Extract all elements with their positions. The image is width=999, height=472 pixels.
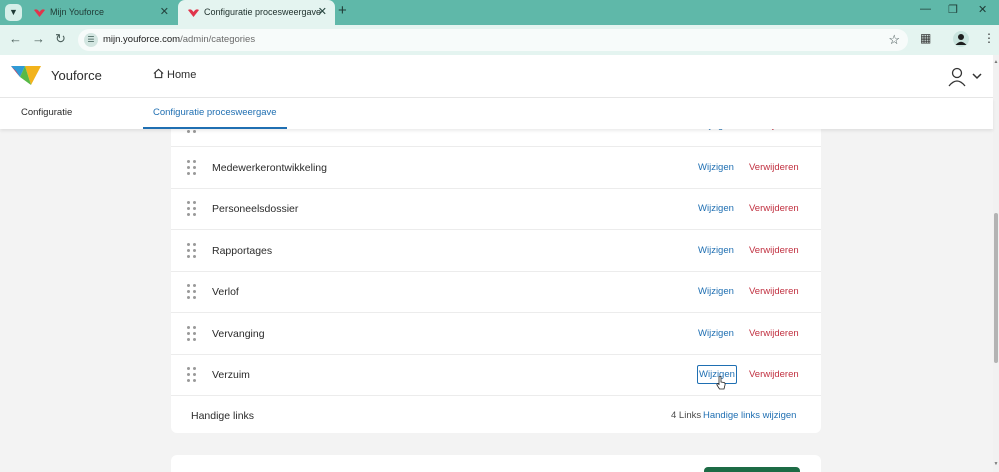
handige-links-row: Handige links 4 Links Handige links wijz… xyxy=(171,400,821,433)
links-count: 4 Links xyxy=(671,410,702,421)
category-row: Rapportages Wijzigen Verwijderen xyxy=(171,231,821,272)
category-row: Personeelsdossier Wijzigen Verwijderen xyxy=(171,189,821,230)
browser-toolbar: ← → ↻ ☰ mijn.youforce.com/admin/categori… xyxy=(0,25,999,55)
site-info-icon[interactable]: ☰ xyxy=(84,33,98,47)
page-scrollbar[interactable]: ▲ ▼ xyxy=(993,55,999,472)
edit-handige-links-link[interactable]: Handige links wijzigen xyxy=(703,410,796,421)
app-header: Youforce Home xyxy=(0,55,993,98)
close-icon[interactable]: ✕ xyxy=(160,0,169,25)
category-label: Vervanging xyxy=(212,328,265,340)
category-row: Vervanging Wijzigen Verwijderen xyxy=(171,314,821,355)
home-link[interactable]: Home xyxy=(153,68,196,81)
tab-title: Mijn Youforce xyxy=(50,7,105,17)
scroll-down-icon[interactable]: ▼ xyxy=(993,461,999,467)
drag-handle-icon[interactable] xyxy=(187,201,196,217)
tab-search-button[interactable]: ▼ xyxy=(5,4,22,21)
category-label: Verzuim xyxy=(212,369,250,381)
tab-title: Configuratie procesweergave xyxy=(204,7,322,17)
edit-link[interactable]: Wijzigen xyxy=(698,286,734,297)
scrollbar-thumb[interactable] xyxy=(994,213,998,363)
next-section-card xyxy=(171,455,821,472)
back-icon[interactable]: ← xyxy=(9,31,22,46)
brand-name: Youforce xyxy=(51,68,102,83)
edit-link[interactable]: Wijzigen xyxy=(698,245,734,256)
restore-icon[interactable]: ❐ xyxy=(948,3,958,16)
delete-link[interactable]: Verwijderen xyxy=(749,328,799,339)
user-menu[interactable] xyxy=(947,66,983,88)
category-label: Verlof xyxy=(212,286,239,298)
bookmark-star-icon[interactable]: ☆ xyxy=(888,32,900,48)
handige-links-label: Handige links xyxy=(191,410,255,422)
minimize-icon[interactable]: — xyxy=(920,3,931,15)
drag-handle-icon[interactable] xyxy=(187,367,196,383)
category-row: Verlof Wijzigen Verwijderen xyxy=(171,272,821,313)
delete-link[interactable]: Verwijderen xyxy=(749,162,799,173)
url-text[interactable]: mijn.youforce.com/admin/categories xyxy=(103,34,255,45)
drag-handle-icon[interactable] xyxy=(187,284,196,300)
edit-link[interactable]: Wijzigen xyxy=(698,203,734,214)
user-icon xyxy=(948,67,982,87)
browser-tab-configuratie[interactable]: Configuratie procesweergave ✕ xyxy=(178,0,335,25)
address-bar[interactable]: ☰ mijn.youforce.com/admin/categories ☆ xyxy=(78,29,908,51)
drag-handle-icon[interactable] xyxy=(187,160,196,176)
edit-link[interactable]: Wijzigen xyxy=(698,328,734,339)
browser-menu-icon[interactable]: ⋮ xyxy=(983,31,995,45)
youforce-logo xyxy=(11,66,41,85)
hand-cursor-icon xyxy=(716,376,726,390)
reload-icon[interactable]: ↻ xyxy=(55,31,66,47)
drag-handle-icon[interactable] xyxy=(187,243,196,259)
subnav-configuratie[interactable]: Configuratie xyxy=(21,107,72,118)
forward-icon[interactable]: → xyxy=(32,31,45,46)
category-label: Medewerkerontwikkeling xyxy=(212,162,327,174)
delete-link[interactable]: Verwijderen xyxy=(749,245,799,256)
active-tab-indicator xyxy=(143,127,287,129)
new-tab-icon[interactable]: + xyxy=(338,2,347,19)
category-label: Personeelsdossier xyxy=(212,203,299,215)
subnav-configuratie-procesweergave[interactable]: Configuratie procesweergave xyxy=(153,107,277,118)
delete-link[interactable]: Verwijderen xyxy=(749,369,799,380)
sub-navigation: Configuratie Configuratie procesweergave xyxy=(0,98,993,129)
youforce-favicon xyxy=(34,9,45,17)
youforce-favicon xyxy=(188,9,199,17)
close-icon[interactable]: ✕ xyxy=(318,0,327,25)
person-icon xyxy=(955,34,967,45)
browser-tab-bar: ▼ Mijn Youforce ✕ Configuratie proceswee… xyxy=(0,0,999,25)
delete-link[interactable]: Verwijderen xyxy=(749,203,799,214)
edit-link[interactable]: Wijzigen xyxy=(698,162,734,173)
category-row: Medewerkerontwikkeling Wijzigen Verwijde… xyxy=(171,148,821,189)
scroll-up-icon[interactable]: ▲ xyxy=(993,59,999,65)
browser-tab-mijn-youforce[interactable]: Mijn Youforce ✕ xyxy=(24,0,177,25)
extensions-icon[interactable]: ▦ xyxy=(920,31,931,45)
profile-avatar-icon[interactable] xyxy=(953,31,969,47)
delete-link[interactable]: Verwijderen xyxy=(749,286,799,297)
primary-button[interactable] xyxy=(704,467,800,472)
drag-handle-icon[interactable] xyxy=(187,326,196,342)
window-close-icon[interactable]: ✕ xyxy=(978,3,987,16)
home-icon xyxy=(153,68,164,79)
category-label: Rapportages xyxy=(212,245,273,257)
